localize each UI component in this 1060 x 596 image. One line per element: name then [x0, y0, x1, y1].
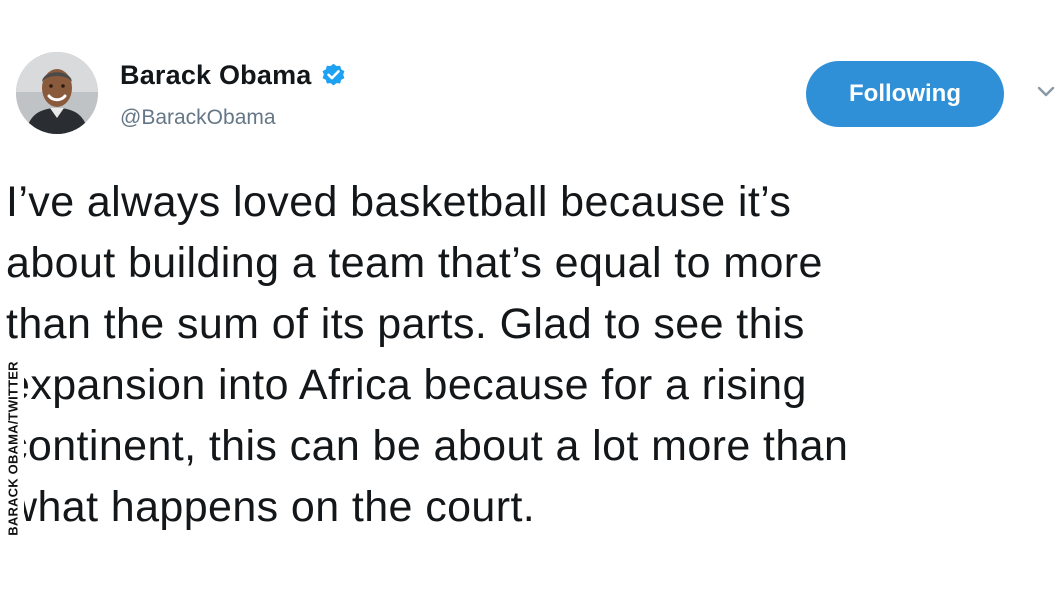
tweet-text-line: than the sum of its parts. Glad to see t…	[6, 300, 805, 348]
tweet-card: Barack Obama @BarackObama Following I’ve…	[0, 0, 1060, 596]
tweet-text-line: what happens on the court.	[6, 483, 536, 531]
tweet-text-line: continent, this can be about a lot more …	[6, 422, 849, 470]
tweet-text-line: about building a team that’s equal to mo…	[6, 239, 823, 287]
tweet-text: I’ve always loved basketball because it’…	[6, 172, 1046, 538]
verified-badge-icon	[320, 62, 347, 89]
image-credit-watermark: BARACK OBAMA/TWITTER	[2, 340, 24, 556]
following-button[interactable]: Following	[806, 61, 1004, 127]
avatar[interactable]	[16, 52, 98, 134]
tweet-text-line: expansion into Africa because for a risi…	[6, 361, 807, 409]
tweet-text-line: I’ve always loved basketball because it’…	[6, 178, 792, 226]
chevron-down-icon[interactable]	[1036, 84, 1056, 100]
author-handle[interactable]: @BarackObama	[120, 106, 276, 130]
avatar-photo	[16, 52, 98, 134]
display-name[interactable]: Barack Obama	[120, 60, 312, 91]
watermark-text: BARACK OBAMA/TWITTER	[5, 360, 21, 536]
author-name-row: Barack Obama	[120, 58, 347, 92]
